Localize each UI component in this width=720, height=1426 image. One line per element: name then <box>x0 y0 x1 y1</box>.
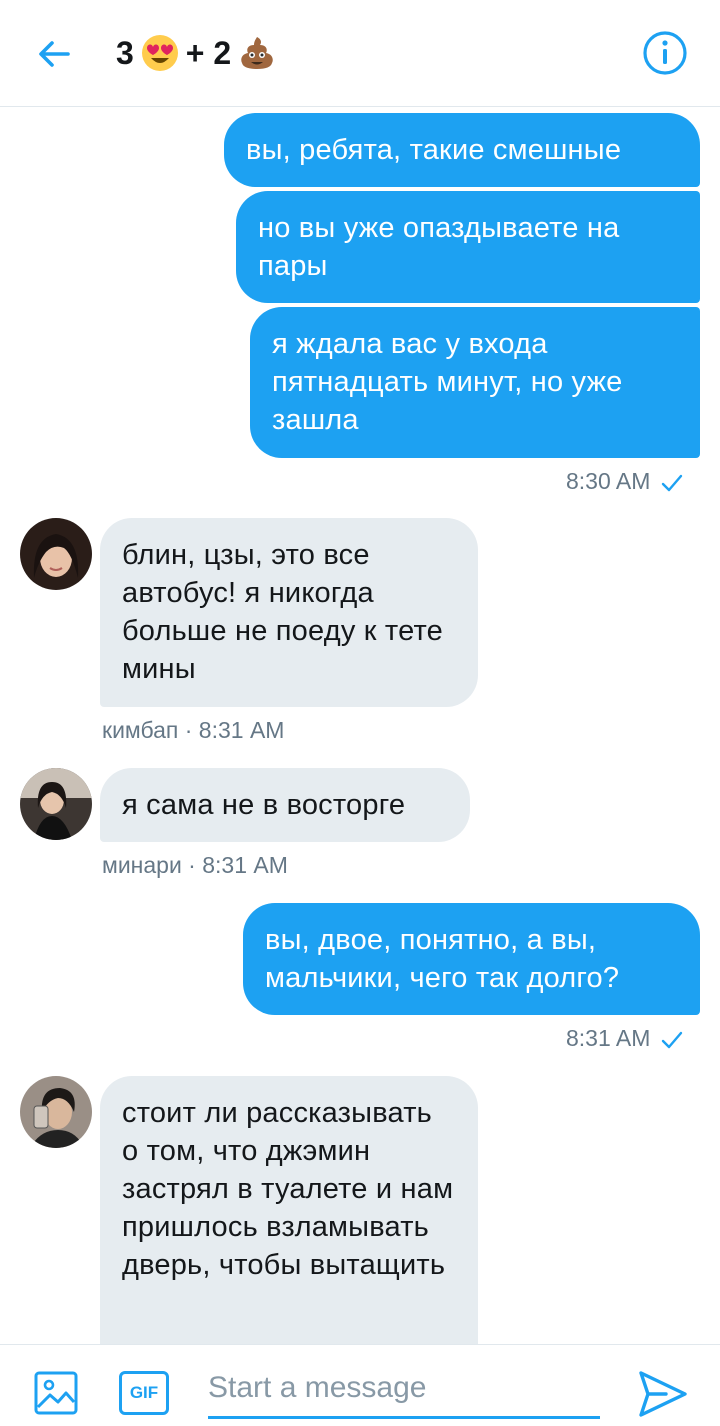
avatar[interactable] <box>20 768 92 840</box>
image-icon[interactable] <box>32 1369 80 1417</box>
gif-label: GIF <box>129 1383 159 1402</box>
message-text: вы, ребята, такие смешные <box>246 134 622 166</box>
participant-count-2: + 2 <box>185 34 232 71</box>
message-sender-meta: минари · 8:31 AM <box>102 852 288 879</box>
back-arrow-icon[interactable] <box>34 34 74 74</box>
send-icon[interactable] <box>636 1367 690 1421</box>
info-icon[interactable] <box>642 30 688 76</box>
incoming-message[interactable]: блин, цзы, это все автобус! я никогда бо… <box>100 518 478 707</box>
message-text: вы, двое, понятно, а вы, мальчики, чего … <box>265 924 620 994</box>
conversation-title[interactable]: 3 + 2 <box>116 30 283 76</box>
message-text: я сама не в восторге <box>122 789 406 821</box>
message-text: блин, цзы, это все автобус! я никогда бо… <box>122 539 443 685</box>
message-sender-meta: кимбап · 8:31 AM <box>102 717 284 744</box>
message-timestamp: 8:30 AM <box>566 468 706 495</box>
timestamp-text: 8:30 AM <box>566 468 651 494</box>
message-input-wrapper <box>208 1363 600 1419</box>
participant-count-1: 3 <box>116 34 134 71</box>
outgoing-message[interactable]: но вы уже опаздываете на пары <box>236 191 700 303</box>
incoming-message[interactable]: я сама не в восторге <box>100 768 470 842</box>
gif-button[interactable]: GIF <box>119 1371 169 1415</box>
avatar[interactable] <box>20 518 92 590</box>
timestamp-text: 8:31 AM <box>566 1025 651 1051</box>
heart-eyes-emoji-icon <box>141 35 178 71</box>
message-text: стоит ли рассказывать о том, что джэмин … <box>122 1097 454 1281</box>
outgoing-message[interactable]: вы, двое, понятно, а вы, мальчики, чего … <box>243 903 700 1015</box>
outgoing-message[interactable]: вы, ребята, такие смешные <box>224 113 700 187</box>
message-composer: GIF <box>0 1344 720 1426</box>
conversation-header: 3 + 2 <box>0 0 720 107</box>
sender-meta-text: минари · 8:31 AM <box>102 852 288 878</box>
outgoing-message[interactable]: я ждала вас у входа пятнадцать минут, но… <box>250 307 700 458</box>
sender-meta-text: кимбап · 8:31 AM <box>102 717 285 743</box>
poop-emoji-icon <box>241 37 273 69</box>
avatar[interactable] <box>20 1076 92 1148</box>
message-text: но вы уже опаздываете на пары <box>258 212 620 282</box>
message-text: я ждала вас у входа пятнадцать минут, но… <box>272 328 623 436</box>
read-check-icon <box>661 1031 682 1049</box>
read-check-icon <box>661 474 682 492</box>
message-timestamp: 8:31 AM <box>566 1025 706 1052</box>
incoming-message[interactable]: стоит ли рассказывать о том, что джэмин … <box>100 1076 478 1344</box>
message-input[interactable] <box>208 1363 600 1413</box>
